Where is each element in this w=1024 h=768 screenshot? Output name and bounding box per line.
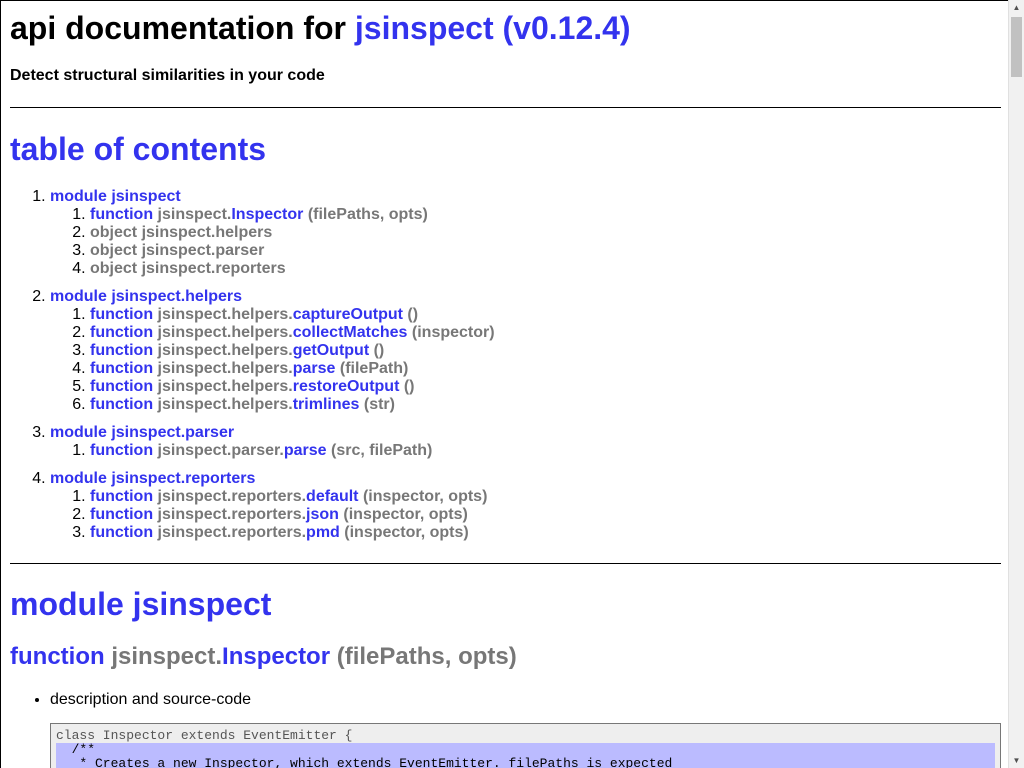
toc-entry-name-link[interactable]: restoreOutput <box>293 378 400 395</box>
toc-entry-args: (filePath) <box>339 360 409 377</box>
toc-entry-kind-link[interactable]: function <box>90 506 153 523</box>
toc-entry-list: function jsinspect.helpers.captureOutput… <box>50 306 495 414</box>
code-line: class Inspector extends EventEmitter { <box>56 728 353 743</box>
table-of-contents: module jsinspectfunction jsinspect.Inspe… <box>10 188 495 552</box>
toc-entry-prefix: jsinspect.parser. <box>157 442 284 459</box>
toc-entry-prefix: jsinspect.helpers. <box>157 378 293 395</box>
toc-entry-args: (inspector) <box>411 324 495 341</box>
toc-entry-kind-link[interactable]: function <box>90 396 153 413</box>
toc-entry: function jsinspect.helpers.getOutput () <box>90 342 495 360</box>
divider <box>10 563 1001 564</box>
toc-entry-prefix: jsinspect.reporters. <box>157 506 307 523</box>
page-frame: api documentation for jsinspect (v0.12.4… <box>0 0 1008 768</box>
toc-entry: function jsinspect.helpers.captureOutput… <box>90 306 495 324</box>
toc-module-link[interactable]: module jsinspect.reporters <box>50 470 255 487</box>
toc-module-item: module jsinspect.parserfunction jsinspec… <box>50 424 495 460</box>
toc-entry-prefix: jsinspect.helpers. <box>157 342 293 359</box>
package-description: Detect structural similarities in your c… <box>10 67 325 84</box>
toc-entry-kind-link[interactable]: function <box>90 442 153 459</box>
toc-entry-args: (inspector, opts) <box>362 488 488 505</box>
scroll-down-arrow-icon[interactable]: ▼ <box>1009 753 1024 768</box>
function-name-link[interactable]: Inspector <box>222 643 330 670</box>
toc-module-item: module jsinspectfunction jsinspect.Inspe… <box>50 188 495 278</box>
toc-entry: object jsinspect.parser <box>90 242 495 260</box>
toc-entry-args: (str) <box>363 396 395 413</box>
page-title-prefix: api documentation for <box>10 10 346 46</box>
code-line: * Creates a new Inspector, which extends… <box>56 757 995 768</box>
page-title: api documentation for jsinspect (v0.12.4… <box>10 10 631 47</box>
toc-entry-args: (src, filePath) <box>331 442 433 459</box>
toc-entry-name-link[interactable]: parse <box>284 442 327 459</box>
toc-entry-prefix: jsinspect. <box>157 206 232 223</box>
toc-entry-list: function jsinspect.reporters.default (in… <box>50 488 495 542</box>
toc-entry-args: () <box>407 306 419 323</box>
toc-entry-prefix: jsinspect.reporters. <box>157 524 307 541</box>
toc-entry-name-link[interactable]: parse <box>293 360 336 377</box>
toc-entry-name-link[interactable]: getOutput <box>293 342 369 359</box>
source-code-block: class Inspector extends EventEmitter { /… <box>50 723 1001 768</box>
toc-entry: function jsinspect.Inspector (filePaths,… <box>90 206 495 224</box>
toc-entry: object jsinspect.helpers <box>90 224 495 242</box>
toc-entry-name-link[interactable]: Inspector <box>231 206 303 223</box>
toc-entry-name-link[interactable]: json <box>306 506 339 523</box>
toc-entry-args: (inspector, opts) <box>343 506 468 523</box>
toc-entry-name-link[interactable]: captureOutput <box>293 306 403 323</box>
toc-entry-kind-link[interactable]: function <box>90 378 153 395</box>
toc-entry-prefix: jsinspect.helpers. <box>157 324 293 341</box>
vertical-scrollbar[interactable]: ▲ ▼ <box>1008 0 1024 768</box>
toc-entry-name-link[interactable]: default <box>306 488 358 505</box>
toc-entry-object: object jsinspect.reporters <box>90 260 286 277</box>
toc-entry: object jsinspect.reporters <box>90 260 495 278</box>
toc-entry-prefix: jsinspect.helpers. <box>157 360 293 377</box>
description-toggle[interactable]: description and source-code <box>50 690 251 710</box>
code-line: /** <box>56 743 995 757</box>
toc-module-link[interactable]: module jsinspect.helpers <box>50 288 242 305</box>
toc-entry: function jsinspect.helpers.collectMatche… <box>90 324 495 342</box>
toc-module-item: module jsinspect.reportersfunction jsins… <box>50 470 495 542</box>
toc-entry-args: () <box>373 342 385 359</box>
toc-entry-kind-link[interactable]: function <box>90 488 153 505</box>
toc-entry-list: function jsinspect.parser.parse (src, fi… <box>50 442 495 460</box>
toc-entry-kind-link[interactable]: function <box>90 206 153 223</box>
toc-entry: function jsinspect.helpers.parse (filePa… <box>90 360 495 378</box>
toc-module-link[interactable]: module jsinspect.parser <box>50 424 234 441</box>
description-list: description and source-code <box>10 690 251 710</box>
scrollbar-thumb[interactable] <box>1011 17 1022 77</box>
toc-entry-args: (filePaths, opts) <box>307 206 428 223</box>
toc-entry-prefix: jsinspect.helpers. <box>157 396 293 413</box>
toc-entry-prefix: jsinspect.reporters. <box>157 488 307 505</box>
toc-entry-kind-link[interactable]: function <box>90 524 153 541</box>
toc-entry-name-link[interactable]: trimlines <box>293 396 360 413</box>
toc-module-item: module jsinspect.helpersfunction jsinspe… <box>50 288 495 414</box>
toc-heading: table of contents <box>10 131 267 167</box>
toc-entry-name-link[interactable]: pmd <box>306 524 340 541</box>
toc-entry-name-link[interactable]: collectMatches <box>293 324 408 341</box>
toc-entry: function jsinspect.parser.parse (src, fi… <box>90 442 495 460</box>
function-prefix: jsinspect. <box>111 643 223 670</box>
toc-entry: function jsinspect.helpers.trimlines (st… <box>90 396 495 414</box>
toc-entry-prefix: jsinspect.helpers. <box>157 306 293 323</box>
toc-entry: function jsinspect.reporters.pmd (inspec… <box>90 524 495 542</box>
toc-entry-args: () <box>403 378 415 395</box>
package-link[interactable]: jsinspect (v0.12.4) <box>355 10 631 46</box>
divider <box>10 107 1001 108</box>
function-kind-link[interactable]: function <box>10 643 105 670</box>
toc-entry-kind-link[interactable]: function <box>90 342 153 359</box>
toc-entry: function jsinspect.reporters.default (in… <box>90 488 495 506</box>
scroll-up-arrow-icon[interactable]: ▲ <box>1009 0 1024 15</box>
toc-entry-kind-link[interactable]: function <box>90 360 153 377</box>
toc-entry-kind-link[interactable]: function <box>90 306 153 323</box>
toc-module-list: module jsinspectfunction jsinspect.Inspe… <box>10 188 495 542</box>
toc-entry: function jsinspect.reporters.json (inspe… <box>90 506 495 524</box>
toc-entry-object: object jsinspect.helpers <box>90 224 273 241</box>
function-heading: function jsinspect.Inspector (filePaths,… <box>10 643 517 671</box>
toc-entry-object: object jsinspect.parser <box>90 242 265 259</box>
toc-module-link[interactable]: module jsinspect <box>50 188 181 205</box>
toc-entry-kind-link[interactable]: function <box>90 324 153 341</box>
toc-entry: function jsinspect.helpers.restoreOutput… <box>90 378 495 396</box>
toc-entry-list: function jsinspect.Inspector (filePaths,… <box>50 206 495 278</box>
module-heading: module jsinspect <box>10 586 272 622</box>
function-args: (filePaths, opts) <box>336 643 517 670</box>
toc-entry-args: (inspector, opts) <box>344 524 469 541</box>
